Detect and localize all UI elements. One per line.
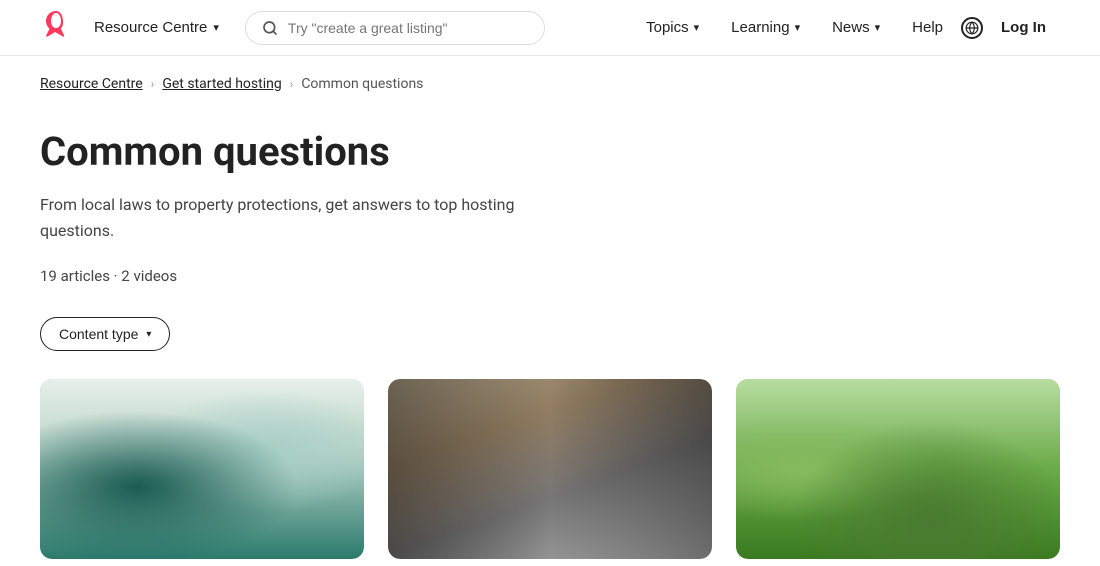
card-2[interactable] xyxy=(388,379,712,559)
content-type-label: Content type xyxy=(59,326,138,342)
article-count: 19 articles · 2 videos xyxy=(40,267,1060,285)
breadcrumb: Resource Centre › Get started hosting › … xyxy=(0,56,1100,92)
news-button[interactable]: News ▾ xyxy=(818,11,894,44)
learning-chevron-icon: ▾ xyxy=(795,21,801,34)
topics-button[interactable]: Topics ▾ xyxy=(632,11,713,44)
news-label: News xyxy=(832,19,870,36)
topics-label: Topics xyxy=(646,19,689,36)
globe-button[interactable] xyxy=(961,17,983,39)
breadcrumb-sep-1: › xyxy=(151,77,155,91)
help-button[interactable]: Help xyxy=(898,11,957,44)
search-input[interactable] xyxy=(288,20,528,36)
cards-row xyxy=(40,379,1060,559)
breadcrumb-resource-centre[interactable]: Resource Centre xyxy=(40,76,143,92)
card-3-image xyxy=(736,379,1060,559)
nav-right: Topics ▾ Learning ▾ News ▾ Help Log In xyxy=(632,11,1060,44)
globe-icon xyxy=(965,21,979,35)
breadcrumb-current: Common questions xyxy=(301,76,423,92)
search-icon xyxy=(262,20,278,36)
resource-centre-label: Resource Centre xyxy=(94,19,207,36)
login-button[interactable]: Log In xyxy=(987,11,1060,44)
help-label: Help xyxy=(912,19,943,36)
main-content: Common questions From local laws to prop… xyxy=(0,92,1100,559)
topics-chevron-icon: ▾ xyxy=(694,21,700,34)
search-bar[interactable] xyxy=(245,11,545,45)
breadcrumb-get-started[interactable]: Get started hosting xyxy=(162,76,281,92)
login-label: Log In xyxy=(1001,19,1046,36)
card-3[interactable] xyxy=(736,379,1060,559)
filter-chevron-icon: ▾ xyxy=(146,329,151,340)
learning-label: Learning xyxy=(731,19,789,36)
filter-row: Content type ▾ xyxy=(40,317,1060,351)
page-title: Common questions xyxy=(40,128,1060,176)
airbnb-logo-icon xyxy=(40,10,72,42)
navbar: Resource Centre ▾ Topics ▾ Learning ▾ Ne… xyxy=(0,0,1100,56)
breadcrumb-sep-2: › xyxy=(290,77,294,91)
chevron-down-icon: ▾ xyxy=(213,21,219,34)
learning-button[interactable]: Learning ▾ xyxy=(717,11,814,44)
resource-centre-button[interactable]: Resource Centre ▾ xyxy=(84,13,229,42)
logo[interactable] xyxy=(40,10,72,46)
card-2-image xyxy=(388,379,712,559)
page-description: From local laws to property protections,… xyxy=(40,192,540,243)
card-1-image xyxy=(40,379,364,559)
news-chevron-icon: ▾ xyxy=(875,21,881,34)
card-1[interactable] xyxy=(40,379,364,559)
content-type-filter-button[interactable]: Content type ▾ xyxy=(40,317,170,351)
